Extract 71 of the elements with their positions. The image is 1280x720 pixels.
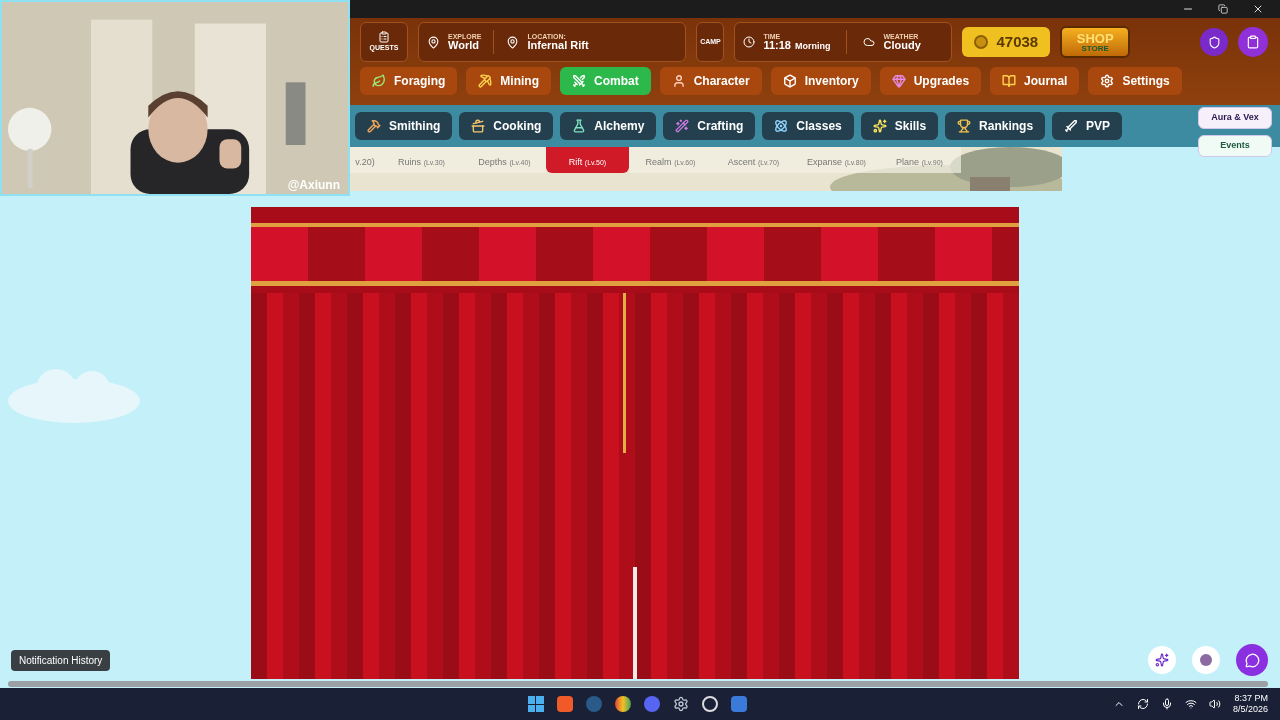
clipboard-icon: [1246, 35, 1260, 49]
clock-time: 8:37 PM: [1234, 692, 1268, 704]
sparkles-icon: [1155, 653, 1169, 667]
settings-icon: [1100, 74, 1115, 88]
clipboard-icon: [378, 30, 390, 43]
nav-tab[interactable]: Upgrades: [879, 67, 982, 95]
atom-icon: [774, 119, 789, 133]
avatar-icon: [1200, 654, 1212, 666]
skill-tab[interactable]: Classes: [762, 112, 854, 140]
box-icon: [782, 74, 797, 88]
stream-handle: @Axiunn: [287, 177, 340, 194]
cloud-icon: [863, 36, 876, 48]
skill-tab[interactable]: Cooking: [459, 112, 554, 140]
explore-value: World: [448, 40, 480, 51]
swords-icon: [572, 74, 586, 88]
location-value: Infernal Rift: [527, 40, 590, 51]
notification-tooltip: Notification History: [11, 650, 111, 671]
network-icon[interactable]: [1184, 698, 1197, 710]
app-icon[interactable]: [702, 696, 718, 712]
chat-app-icon[interactable]: [644, 696, 660, 712]
skill-tab[interactable]: Crafting: [663, 112, 756, 140]
book-icon: [1002, 74, 1017, 88]
time-period: Morning: [795, 42, 831, 51]
side-button[interactable]: Events: [1198, 135, 1272, 157]
coin-icon: [974, 35, 989, 49]
start-icon[interactable]: [528, 696, 544, 712]
browser-icon[interactable]: [615, 696, 631, 712]
shield-icon: [1207, 35, 1221, 49]
nav-tab[interactable]: Settings: [1088, 67, 1182, 95]
skill-tab[interactable]: PVP: [1052, 112, 1123, 140]
chat-button[interactable]: [1236, 644, 1268, 676]
hammer-icon: [367, 119, 381, 133]
nav-tab[interactable]: Journal: [990, 67, 1080, 95]
wand-icon: [675, 119, 690, 133]
skill-tab[interactable]: Alchemy: [560, 112, 657, 140]
clock-icon: [743, 36, 756, 48]
skill-tab[interactable]: Rankings: [945, 112, 1046, 140]
flask-icon: [572, 119, 587, 133]
settings-icon[interactable]: [673, 696, 689, 712]
nav-tab[interactable]: Mining: [466, 67, 551, 95]
restore-icon[interactable]: [1218, 4, 1228, 14]
shield-button[interactable]: [1200, 28, 1228, 56]
sparkles-icon: [872, 119, 887, 133]
trophy-icon: [957, 119, 972, 133]
nav-tab[interactable]: Foraging: [360, 67, 458, 95]
user-icon: [671, 74, 686, 88]
time-value: 11:18: [763, 40, 791, 51]
nav-tab[interactable]: Inventory: [770, 67, 871, 95]
sparkle-button[interactable]: [1148, 646, 1176, 674]
skill-tab[interactable]: Smithing: [355, 112, 453, 140]
chat-icon: [1244, 652, 1260, 668]
leaf-icon: [372, 74, 386, 88]
nav-tab[interactable]: Character: [659, 67, 762, 95]
mic-icon[interactable]: [1160, 698, 1173, 710]
weather-value: Cloudy: [883, 40, 922, 51]
zone-tab[interactable]: v.20): [350, 147, 380, 173]
close-icon[interactable]: [1252, 3, 1264, 15]
pin-icon: [506, 35, 520, 49]
clipboard-button[interactable]: [1238, 27, 1268, 57]
clock-date: 8/5/2026: [1232, 704, 1268, 716]
side-button[interactable]: Aura & Vex: [1198, 107, 1272, 129]
pin-icon: [427, 35, 440, 49]
volume-icon[interactable]: [1208, 698, 1221, 710]
coin-counter: 47038: [962, 27, 1051, 57]
pot-icon: [471, 119, 486, 133]
sword-icon: [1064, 119, 1079, 133]
skill-tab[interactable]: Skills: [860, 112, 939, 140]
gem-icon: [891, 74, 906, 88]
pickaxe-icon: [478, 74, 493, 88]
sync-icon[interactable]: [1136, 698, 1149, 710]
avatar-button[interactable]: [1192, 646, 1220, 674]
